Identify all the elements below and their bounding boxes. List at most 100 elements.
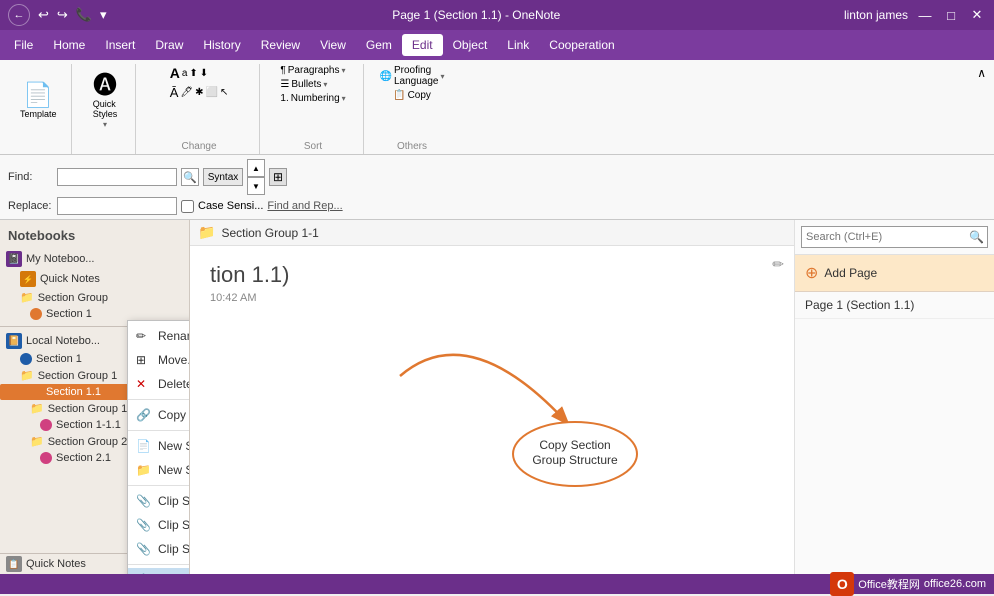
bullets-label: Bullets (291, 79, 321, 90)
cm-sep2 (128, 430, 190, 431)
menu-review[interactable]: Review (251, 34, 310, 56)
add-page-button[interactable]: ⊕ Add Page (795, 255, 994, 292)
sidebar-item-section-group[interactable]: 📁 Section Group (0, 289, 189, 306)
close-button[interactable]: ✕ (968, 6, 986, 24)
menu-insert[interactable]: Insert (95, 34, 145, 56)
cm-new-section-group[interactable]: 📁 New Section Group (128, 458, 190, 482)
case-sensitive-checkbox[interactable] (181, 200, 194, 213)
sectiongroup1b-label: Section Group 1 (38, 370, 118, 382)
edit-page-icon[interactable]: ✏ (772, 256, 784, 273)
numbering-btn[interactable]: 1. Numbering ▾ (276, 92, 349, 105)
proofing-btn[interactable]: 🌐 ProofingLanguage ▾ (376, 64, 449, 88)
proofing-label: ProofingLanguage (394, 65, 439, 87)
cm-copy-structure[interactable]: 📋 Copy Section Group Structure (128, 568, 190, 574)
sectiongroup2-label: Section Group 2 (48, 436, 128, 448)
page-list-item[interactable]: Page 1 (Section 1.1) (795, 292, 994, 319)
sectiongroup11-icon: 📁 (30, 402, 44, 415)
right-panel: 🔍 ⊕ Add Page Page 1 (Section 1.1) (794, 220, 994, 574)
sidebar-item-quick-notes[interactable]: ⚡ Quick Notes (0, 269, 189, 289)
replace-label: Replace: (8, 200, 53, 212)
menu-link[interactable]: Link (497, 34, 539, 56)
menu-home[interactable]: Home (43, 34, 95, 56)
content-area: 📁 Section Group 1-1 ✏ tion 1.1) 10:42 AM… (190, 220, 794, 574)
quick-styles-label: QuickStyles (93, 99, 118, 119)
menu-draw[interactable]: Draw (145, 34, 193, 56)
paragraphs-icon: ¶ (280, 65, 285, 76)
font-size-btn[interactable]: A a ⬆ ⬇ (166, 64, 212, 82)
page-item-label: Page 1 (Section 1.1) (805, 298, 914, 312)
cm-clip-web-edit[interactable]: 📎 Clip Section Group Web Edit Link (128, 489, 190, 513)
find-and-replace-link[interactable]: Find and Rep... (267, 200, 342, 212)
cm-move[interactable]: ⊞ Move... (128, 348, 190, 372)
cm-clip-local[interactable]: 📎 Clip Section Group Local Link (128, 537, 190, 561)
paragraphs-arrow: ▾ (341, 66, 345, 75)
status-bar: O Office教程网 office26.com (0, 574, 994, 594)
menu-bar: File Home Insert Draw History Review Vie… (0, 30, 994, 60)
window-title: Page 1 (Section 1.1) - OneNote (109, 8, 844, 22)
template-button[interactable]: 📄 Template (14, 82, 63, 121)
menu-cooperation[interactable]: Cooperation (539, 34, 624, 56)
font-color-btn[interactable]: Ā 🖊 ✱ ⬜ ↖ (166, 84, 233, 101)
quick-notes-bottom-icon: 📋 (6, 556, 22, 572)
sidebar-item-my-notebook[interactable]: 📓 My Noteboo... (0, 249, 189, 269)
font-a-icon: A (170, 65, 180, 81)
ribbon: 📄 Template 🅐 QuickStyles ▾ A a ⬆ (0, 60, 994, 155)
others-group-label: Others (397, 141, 427, 152)
ribbon-collapse-btn[interactable]: ∧ (975, 64, 988, 154)
cm-clip-web-view[interactable]: 📎 Clip Section Group Web View Link (128, 513, 190, 537)
ribbon-content: 📄 Template 🅐 QuickStyles ▾ A a ⬆ (0, 60, 994, 154)
quick-notes-icon: ⚡ (20, 271, 36, 287)
collapse-icon: ∧ (977, 66, 986, 80)
search-input[interactable] (801, 226, 988, 248)
shapes-icon: ⬜ (205, 87, 217, 98)
menu-edit[interactable]: Edit (402, 34, 443, 56)
section111-icon (40, 419, 52, 431)
syntax-btn[interactable]: Syntax (203, 168, 243, 186)
cm-rename[interactable]: ✏ Rename (128, 324, 190, 348)
redo-button[interactable]: ↪ (55, 5, 70, 25)
bullets-arrow: ▾ (323, 80, 327, 89)
find-input[interactable] (57, 168, 177, 186)
bullets-btn[interactable]: ☰ Bullets ▾ (276, 78, 331, 91)
find-search-icon[interactable]: 🔍 (181, 168, 199, 186)
search-bar: 🔍 (795, 220, 994, 255)
copy-btn[interactable]: 📋 Copy (389, 89, 435, 102)
menu-history[interactable]: History (193, 34, 250, 56)
find-grid-btn[interactable]: ⊞ (269, 168, 287, 186)
quick-access-toolbar: ↩ ↪ 📞 ▾ (36, 5, 109, 25)
menu-view[interactable]: View (310, 34, 356, 56)
replace-input[interactable] (57, 197, 177, 215)
section21-icon (40, 452, 52, 464)
new-section-icon: 📄 (136, 439, 151, 453)
undo-button[interactable]: ↩ (36, 5, 51, 25)
menu-object[interactable]: Object (443, 34, 498, 56)
quick-styles-button[interactable]: 🅐 QuickStyles ▾ (87, 72, 124, 131)
local-notebooks-icon: 📔 (6, 333, 22, 349)
local-notebooks-label: Local Notebo... (26, 335, 100, 347)
search-container: 🔍 (801, 226, 988, 248)
menu-file[interactable]: File (4, 34, 43, 56)
menu-gem[interactable]: Gem (356, 34, 402, 56)
find-up-btn[interactable]: ▲ (247, 159, 265, 177)
paragraphs-btn[interactable]: ¶ Paragraphs ▾ (276, 64, 349, 77)
back-button[interactable]: ← (8, 4, 30, 26)
ribbon-group-template: 📄 Template (6, 64, 72, 154)
section1-icon (30, 308, 42, 320)
title-bar: ← ↩ ↪ 📞 ▾ Page 1 (Section 1.1) - OneNote… (0, 0, 994, 30)
numbering-label: Numbering (291, 93, 340, 104)
cm-delete[interactable]: ✕ Delete (128, 372, 190, 396)
clip-web-view-icon: 📎 (136, 518, 151, 532)
minimize-button[interactable]: — (916, 6, 934, 24)
cm-new-section[interactable]: 📄 New Section (128, 434, 190, 458)
sectiongroup11-label: Section Group 1-1 (48, 403, 137, 415)
find-down-btn[interactable]: ▼ (247, 177, 265, 195)
cm-copy-link[interactable]: 🔗 Copy Link to Section Group (128, 403, 190, 427)
quick-styles-dropdown-arrow: ▾ (103, 120, 107, 129)
maximize-button[interactable]: □ (942, 6, 960, 24)
template-icon: 📄 (23, 84, 53, 108)
breadcrumb-text: Section Group 1-1 (221, 226, 318, 240)
quick-notes-label: Quick Notes (40, 273, 100, 285)
qat-phone-icon[interactable]: 📞 (74, 5, 94, 25)
new-section-group-icon: 📁 (136, 463, 151, 477)
qat-dropdown[interactable]: ▾ (98, 5, 109, 25)
